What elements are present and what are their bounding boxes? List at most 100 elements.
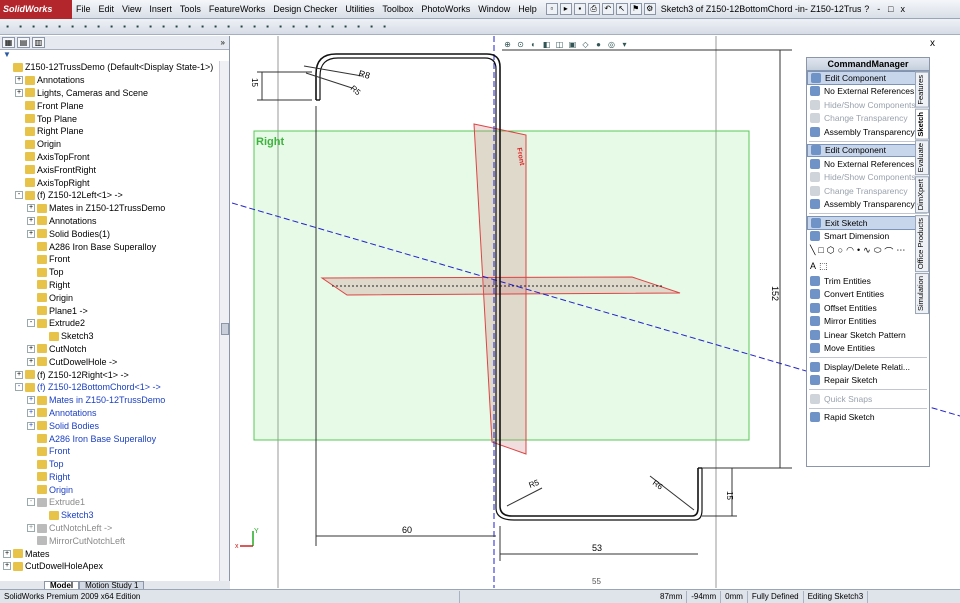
text-icon[interactable]: ▪ [210, 21, 221, 32]
command-display-delete-relati-[interactable]: Display/Delete Relati... [807, 360, 929, 374]
tree-item[interactable]: Origin [0, 291, 229, 304]
print-icon[interactable]: ⎙ [587, 3, 600, 15]
menu-featureworks[interactable]: FeatureWorks [205, 4, 269, 14]
menu-design-checker[interactable]: Design Checker [269, 4, 341, 14]
expand-toggle-icon[interactable]: - [15, 383, 23, 392]
tree-item[interactable]: Top Plane [0, 112, 229, 125]
rect-icon[interactable]: ▪ [106, 21, 117, 32]
tree-item[interactable]: Front [0, 253, 229, 266]
options-icon[interactable]: ⚙ [643, 3, 656, 15]
command-linear-sketch-pattern[interactable]: Linear Sketch Pattern [807, 328, 929, 342]
command-move-entities[interactable]: Move Entities [807, 342, 929, 356]
new-document-icon[interactable]: ▫ [545, 3, 558, 15]
spline-icon[interactable]: ∿ [863, 245, 871, 258]
tree-scrollbar[interactable] [219, 61, 229, 581]
expand-toggle-icon[interactable]: + [15, 88, 23, 97]
view-icon[interactable]: ▪ [366, 21, 377, 32]
axis-icon[interactable]: ▪ [262, 21, 273, 32]
help-icon[interactable]: ? [861, 4, 873, 14]
command-rapid-sketch[interactable]: Rapid Sketch [807, 411, 929, 425]
menu-edit[interactable]: Edit [95, 4, 119, 14]
expand-toggle-icon[interactable]: + [27, 408, 35, 417]
tree-item[interactable]: Front Plane [0, 99, 229, 112]
expand-toggle-icon[interactable]: + [15, 370, 23, 379]
expand-toggle-icon[interactable]: + [27, 396, 35, 405]
sketch-icon[interactable]: ▪ [275, 21, 286, 32]
expand-toggle-icon[interactable]: - [27, 498, 35, 507]
move-icon[interactable]: ▪ [15, 21, 26, 32]
command-hide-show-components[interactable]: Hide/Show Components [807, 171, 929, 185]
command-edit-component[interactable]: Edit Component [807, 71, 929, 85]
centerline-icon[interactable]: ⋯ [896, 245, 905, 258]
plane-icon[interactable]: ▪ [249, 21, 260, 32]
command-smart-dimension[interactable]: Smart Dimension [807, 230, 929, 244]
expand-panel-icon[interactable]: » [221, 38, 225, 47]
tree-item[interactable]: Plane1 -> [0, 304, 229, 317]
tree-item[interactable]: A286 Iron Base Superalloy [0, 432, 229, 445]
menu-toolbox[interactable]: Toolbox [378, 4, 417, 14]
circle-icon[interactable]: ▪ [80, 21, 91, 32]
spline-icon[interactable]: ▪ [197, 21, 208, 32]
expand-toggle-icon[interactable]: + [27, 524, 35, 533]
point-icon[interactable]: • [857, 245, 860, 258]
tree-item[interactable]: Top [0, 266, 229, 279]
undo-icon[interactable]: ↶ [601, 3, 614, 15]
trim-icon[interactable]: ▪ [119, 21, 130, 32]
tree-item[interactable]: - (f) Z150-12Left<1> -> [0, 189, 229, 202]
menu-window[interactable]: Window [474, 4, 514, 14]
text-icon[interactable]: A [810, 261, 816, 272]
expand-toggle-icon[interactable]: + [15, 76, 23, 85]
tree-item[interactable]: + Mates in Z150-12TrussDemo [0, 202, 229, 215]
circle-icon[interactable]: ○ [838, 245, 843, 258]
tree-item[interactable]: Top [0, 458, 229, 471]
expand-toggle-icon[interactable]: + [27, 421, 35, 430]
expand-toggle-icon[interactable]: + [27, 204, 35, 213]
tree-item[interactable]: MirrorCutNotchLeft [0, 534, 229, 547]
command-exit-sketch[interactable]: Exit Sketch [807, 216, 929, 230]
display-icon[interactable]: ▪ [379, 21, 390, 32]
tab-features[interactable]: Features [915, 72, 929, 108]
dimension-icon[interactable]: ▪ [158, 21, 169, 32]
expand-toggle-icon[interactable]: + [3, 562, 11, 571]
command-mirror-entities[interactable]: Mirror Entities [807, 315, 929, 329]
arc-icon[interactable]: ▪ [93, 21, 104, 32]
tab-simulation[interactable]: Simulation [915, 272, 929, 314]
tree-item[interactable]: + Annotations [0, 215, 229, 228]
pattern-icon[interactable]: ▪ [327, 21, 338, 32]
expand-toggle-icon[interactable]: - [27, 319, 35, 328]
tree-item[interactable]: AxisFrontRight [0, 163, 229, 176]
expand-toggle-icon[interactable]: - [15, 191, 23, 200]
tab-evaluate[interactable]: Evaluate [915, 140, 929, 176]
command-assembly-transparency[interactable]: Assembly Transparency [807, 198, 929, 212]
command-quick-snaps[interactable]: Quick Snaps [807, 392, 929, 406]
tree-item[interactable]: Right [0, 471, 229, 484]
command-trim-entities[interactable]: Trim Entities [807, 274, 929, 288]
menu-utilities[interactable]: Utilities [341, 4, 378, 14]
tree-item[interactable]: + CutNotchLeft -> [0, 522, 229, 535]
save-icon[interactable]: ▪ [573, 3, 586, 15]
exit-icon[interactable]: ▪ [288, 21, 299, 32]
tree-item[interactable]: + Mates in Z150-12TrussDemo [0, 394, 229, 407]
tree-item[interactable]: A286 Iron Base Superalloy [0, 240, 229, 253]
tree-item[interactable]: + Solid Bodies [0, 419, 229, 432]
property-manager-tab-icon[interactable]: ▤ [17, 37, 30, 48]
command-convert-entities[interactable]: Convert Entities [807, 288, 929, 302]
menu-tools[interactable]: Tools [176, 4, 205, 14]
command-hide-show-components[interactable]: Hide/Show Components [807, 98, 929, 112]
command-change-transparency[interactable]: Change Transparency [807, 184, 929, 198]
smart-icon[interactable]: ▪ [301, 21, 312, 32]
configuration-manager-tab-icon[interactable]: ▥ [32, 37, 45, 48]
command-repair-sketch[interactable]: Repair Sketch [807, 374, 929, 388]
offset-icon[interactable]: ▪ [145, 21, 156, 32]
tree-item[interactable]: - Extrude1 [0, 496, 229, 509]
tree-item[interactable]: Right Plane [0, 125, 229, 138]
menu-help[interactable]: Help [514, 4, 541, 14]
polygon-icon[interactable]: ⬡ [827, 245, 835, 258]
open-icon[interactable]: ▸ [559, 3, 572, 15]
tab-office-products[interactable]: Office Products [915, 214, 929, 272]
tree-item[interactable]: Sketch3 [0, 330, 229, 343]
tree-item[interactable]: AxisTopFront [0, 151, 229, 164]
fillet-icon[interactable]: ⌒ [884, 245, 893, 258]
tree-item[interactable]: + Annotations [0, 407, 229, 420]
scroll-thumb[interactable] [221, 323, 229, 335]
